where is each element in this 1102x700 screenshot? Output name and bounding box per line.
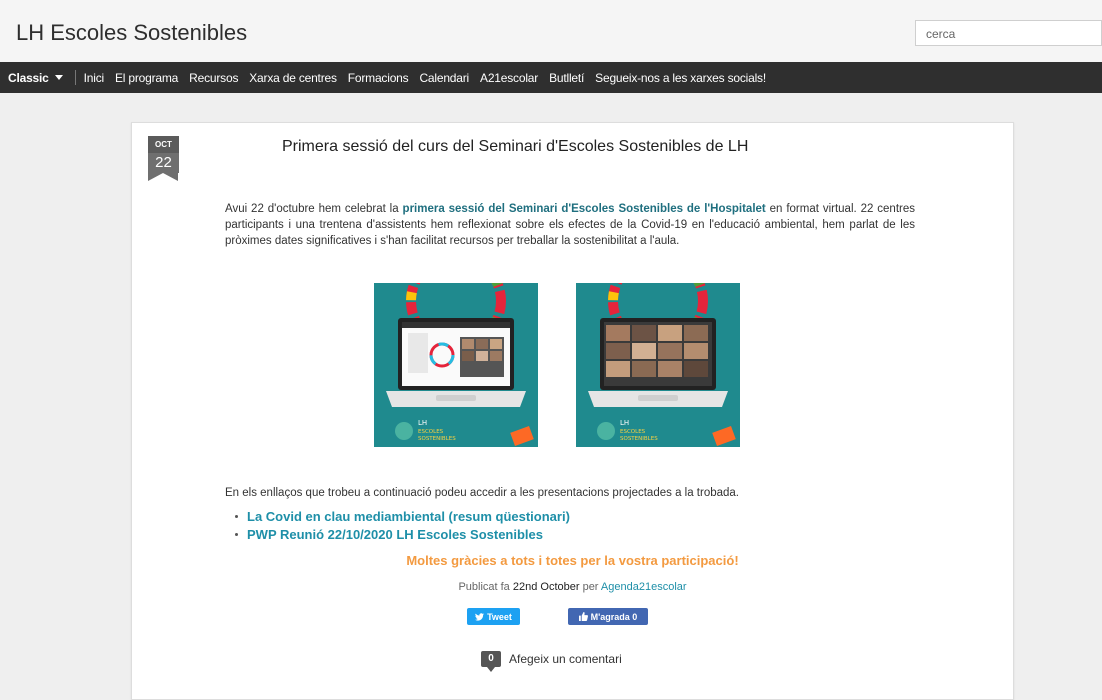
add-comment-button[interactable]: 0 Afegeix un comentari bbox=[481, 651, 622, 672]
paragraph-text-before: Avui 22 d'octubre hem celebrat la bbox=[225, 203, 403, 215]
meta-by: per bbox=[579, 581, 601, 593]
post-title[interactable]: Primera sessió del curs del Seminari d'E… bbox=[282, 138, 902, 156]
svg-text:LH: LH bbox=[418, 419, 427, 427]
nav-item-xarxes-socials[interactable]: Segueix-nos a les xarxes socials! bbox=[595, 71, 766, 85]
svg-text:ESCOLES: ESCOLES bbox=[620, 429, 646, 435]
add-comment-label: Afegeix un comentari bbox=[509, 652, 622, 666]
pwp-meeting-link[interactable]: PWP Reunió 22/10/2020 LH Escoles Sosteni… bbox=[247, 527, 543, 542]
links-intro-text: En els enllaços que trobeu a continuació… bbox=[225, 487, 740, 499]
post-images: LH ESCOLES SOSTENIBLES LH ESCOLES SOSTEN… bbox=[374, 283, 794, 448]
post-date: 22nd October bbox=[512, 581, 580, 593]
post-paragraph: Avui 22 d'octubre hem celebrat la primer… bbox=[225, 201, 915, 249]
post-card: OCT 22 Primera sessió del curs del Semin… bbox=[131, 122, 1014, 700]
blog-header: LH Escoles Sostenibles cerca bbox=[0, 0, 1102, 62]
bullet-icon bbox=[235, 532, 238, 536]
nav-bar: Classic Inici El programa Recursos Xarxa… bbox=[0, 62, 1102, 93]
view-selector-label: Classic bbox=[8, 70, 49, 85]
nav-item-el-programa[interactable]: El programa bbox=[115, 71, 178, 85]
nav-item-recursos[interactable]: Recursos bbox=[189, 71, 238, 85]
bullet-icon bbox=[235, 514, 238, 518]
view-selector-dropdown[interactable]: Classic bbox=[8, 71, 63, 85]
nav-item-calendari[interactable]: Calendari bbox=[419, 71, 469, 85]
comment-count-badge: 0 bbox=[481, 651, 501, 672]
nav-item-xarxa-de-centres[interactable]: Xarxa de centres bbox=[249, 71, 337, 85]
post-meta: Publicat fa 22nd October per Agenda21esc… bbox=[132, 581, 1013, 593]
nav-divider bbox=[74, 70, 76, 85]
site-title[interactable]: LH Escoles Sostenibles bbox=[16, 20, 247, 46]
svg-text:ESCOLES: ESCOLES bbox=[418, 429, 444, 435]
laptop-screenshot-image-2[interactable]: LH ESCOLES SOSTENIBLES bbox=[576, 283, 740, 447]
svg-text:SOSTENIBLES: SOSTENIBLES bbox=[620, 436, 658, 442]
list-item: PWP Reunió 22/10/2020 LH Escoles Sosteni… bbox=[235, 525, 570, 543]
nav-item-a21escolar[interactable]: A21escolar bbox=[480, 71, 538, 85]
seminar-link[interactable]: primera sessió del Seminari d'Escoles So… bbox=[403, 203, 766, 215]
search-input[interactable]: cerca bbox=[915, 20, 1102, 46]
list-item: La Covid en clau mediambiental (resum qü… bbox=[235, 507, 570, 525]
nav-item-inici[interactable]: Inici bbox=[84, 71, 105, 85]
date-month: OCT bbox=[148, 136, 179, 153]
thumbs-up-icon bbox=[578, 612, 588, 621]
presentation-links-list: La Covid en clau mediambiental (resum qü… bbox=[235, 507, 570, 543]
like-label: M'agrada 0 bbox=[590, 611, 638, 622]
twitter-bird-icon bbox=[475, 612, 485, 621]
meta-prefix: Publicat fa bbox=[458, 581, 513, 593]
facebook-like-button[interactable]: M'agrada 0 bbox=[568, 608, 648, 625]
nav-item-butlleti[interactable]: Butlletí bbox=[549, 71, 584, 85]
author-link[interactable]: Agenda21escolar bbox=[601, 581, 687, 593]
thanks-message: Moltes gràcies a tots i totes per la vos… bbox=[406, 553, 739, 568]
chevron-down-icon bbox=[54, 75, 63, 80]
nav-item-formacions[interactable]: Formacions bbox=[348, 71, 409, 85]
date-ribbon-tail bbox=[148, 173, 178, 181]
tweet-label: Tweet bbox=[487, 611, 512, 622]
laptop-screenshot-image-1[interactable]: LH ESCOLES SOSTENIBLES bbox=[374, 283, 538, 447]
date-day: 22 bbox=[148, 153, 179, 173]
svg-text:SOSTENIBLES: SOSTENIBLES bbox=[418, 436, 456, 442]
tweet-button[interactable]: Tweet bbox=[467, 608, 520, 625]
date-badge: OCT 22 bbox=[148, 136, 179, 181]
svg-text:LH: LH bbox=[620, 419, 629, 427]
covid-presentation-link[interactable]: La Covid en clau mediambiental (resum qü… bbox=[247, 509, 570, 524]
